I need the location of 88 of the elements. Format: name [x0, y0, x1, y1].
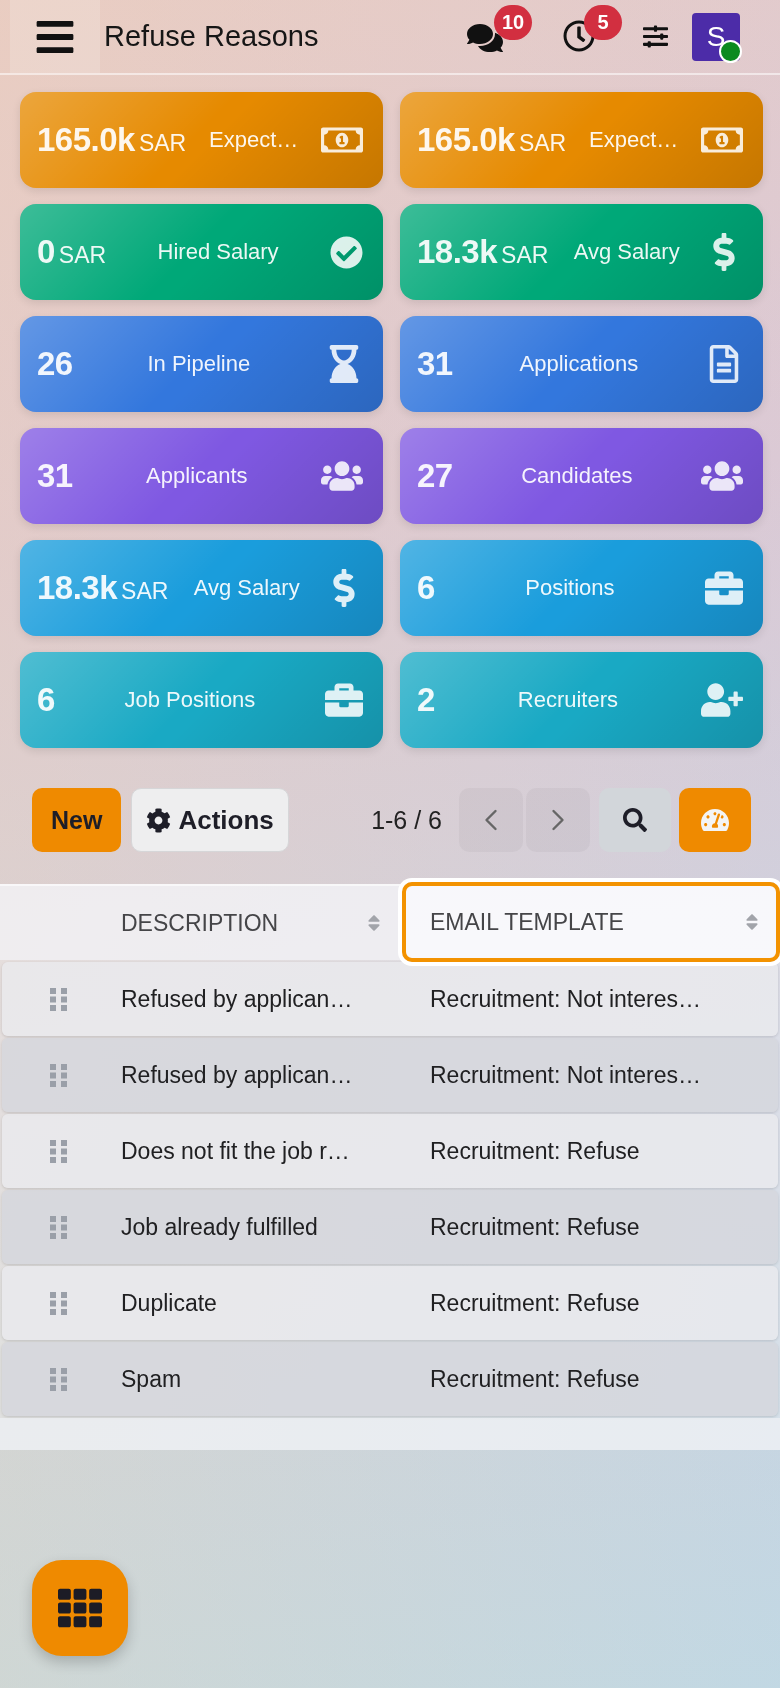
stat-amount: 27	[417, 457, 453, 495]
stat-title: Recruiters	[516, 687, 620, 713]
currency-unit: SAR	[121, 578, 169, 605]
table-cell-text: Recruitment: Refuse	[429, 1289, 641, 1317]
gauge-icon	[701, 806, 729, 834]
drag-handle-icon[interactable]	[50, 1367, 67, 1391]
apps-button[interactable]	[32, 1560, 128, 1656]
drag-handle-icon[interactable]	[50, 987, 67, 1011]
stat-amount: 18.3k	[417, 233, 498, 271]
table-cell-text: Recruitment: Not interes…	[429, 1061, 702, 1089]
stat-amount: 6	[417, 569, 435, 607]
drag-handle-icon[interactable]	[50, 1215, 67, 1239]
stat-title: Candidates	[520, 463, 634, 489]
search-icon	[623, 808, 647, 832]
avatar-button[interactable]: S	[692, 12, 740, 61]
stat-amount: 165.0k	[37, 121, 135, 159]
stat-title: Expect…	[588, 127, 680, 153]
stat-title: Expect…	[208, 127, 300, 153]
dashboard-button[interactable]	[679, 788, 751, 852]
table-cell-text: Duplicate	[120, 1289, 218, 1317]
stat-title: Hired Salary	[156, 239, 280, 265]
stat-amount: 31	[37, 457, 73, 495]
stat-amount: 6	[37, 681, 55, 719]
table-row[interactable]: Refused by applican… Recruitment: Not interes…	[2, 962, 778, 1036]
table-cell-text: Spam	[120, 1365, 183, 1393]
table-cell-text: Recruitment: Refuse	[429, 1213, 641, 1241]
stat-title: Positions	[524, 575, 616, 601]
currency-unit: SAR	[518, 130, 567, 157]
stat-card[interactable]: 0 SAR Hired Salary	[20, 204, 383, 300]
stat-title: Applicants	[145, 463, 249, 489]
stat-card[interactable]: 6 Positions	[400, 540, 763, 636]
table-cell-text: Job already fulfilled	[120, 1213, 319, 1241]
column-header[interactable]: DESCRIPTION	[110, 886, 398, 960]
stat-amount: 26	[37, 345, 73, 383]
stat-title: In Pipeline	[146, 351, 252, 377]
table-row[interactable]: Spam Recruitment: Refuse	[2, 1342, 778, 1416]
actions-button[interactable]: Actions	[131, 788, 289, 852]
stat-card[interactable]: 18.3kSAR Avg Salary	[400, 204, 763, 300]
stat-card[interactable]: 165.0k SAR Expect…	[400, 92, 763, 188]
stat-amount: 0	[37, 233, 55, 271]
table-cell-text: Recruitment: Not interes…	[429, 985, 702, 1013]
stat-amount: 31	[417, 345, 453, 383]
briefcase-icon	[705, 569, 743, 607]
stat-amount: 165.0k	[417, 121, 515, 159]
stat-title: Avg Salary	[192, 575, 301, 601]
stat-amount: 2	[417, 681, 435, 719]
drag-handle-icon[interactable]	[50, 1139, 67, 1163]
table-row[interactable]: Job already fulfilled Recruitment: Refuse	[2, 1190, 778, 1264]
stat-card[interactable]: 26 In Pipeline	[20, 316, 383, 412]
stat-card[interactable]: 31 Applications	[400, 316, 763, 412]
drag-handle-icon[interactable]	[50, 1063, 67, 1087]
search-button[interactable]	[599, 788, 671, 852]
page-title: Refuse Reasons	[104, 20, 319, 53]
table-cell-text: Recruitment: Refuse	[429, 1365, 641, 1393]
table-cell-text: Recruitment: Refuse	[429, 1137, 641, 1165]
stat-title: Applications	[518, 351, 640, 377]
table-cell-text: Refused by applican…	[120, 1061, 354, 1089]
clock-icon	[563, 20, 595, 52]
currency-unit: SAR	[501, 242, 549, 269]
stat-card[interactable]: 31 Applicants	[20, 428, 383, 524]
table-row[interactable]: Duplicate Recruitment: Refuse	[2, 1266, 778, 1340]
activities-button[interactable]: 5	[556, 5, 622, 55]
messages-button[interactable]: 10	[460, 5, 532, 55]
drag-handle-icon[interactable]	[50, 1291, 67, 1315]
table-cell-text: Does not fit the job r…	[120, 1137, 351, 1165]
stat-card[interactable]: 27 Candidates	[400, 428, 763, 524]
grid-icon	[58, 1586, 102, 1630]
stat-card[interactable]: 18.3kSAR Avg Salary	[20, 540, 383, 636]
count-badge: 5	[584, 5, 622, 40]
new-button[interactable]: New	[32, 788, 122, 852]
stat-title: Job Positions	[123, 687, 257, 713]
previous-button[interactable]	[459, 788, 523, 852]
sliders-icon	[642, 24, 668, 49]
briefcase-icon	[325, 681, 363, 719]
table-cell-text: Refused by applican…	[120, 985, 354, 1013]
currency-unit: SAR	[58, 242, 107, 269]
stat-title: Avg Salary	[572, 239, 681, 265]
gear-icon	[146, 807, 172, 833]
stat-card[interactable]: 165.0k SAR Expect…	[20, 92, 383, 188]
table-row[interactable]: Does not fit the job r… Recruitment: Refuse	[2, 1114, 778, 1188]
menu-button[interactable]	[10, 0, 100, 73]
stat-card[interactable]: 2 Recruiters	[400, 652, 763, 748]
table-row[interactable]: Refused by applican… Recruitment: Not interes…	[2, 1038, 778, 1112]
currency-unit: SAR	[138, 130, 187, 157]
pager-label: 1-6 / 6	[371, 805, 442, 835]
stat-card[interactable]: 6 Job Positions	[20, 652, 383, 748]
count-badge: 10	[494, 5, 532, 40]
stat-amount: 18.3k	[37, 569, 118, 607]
